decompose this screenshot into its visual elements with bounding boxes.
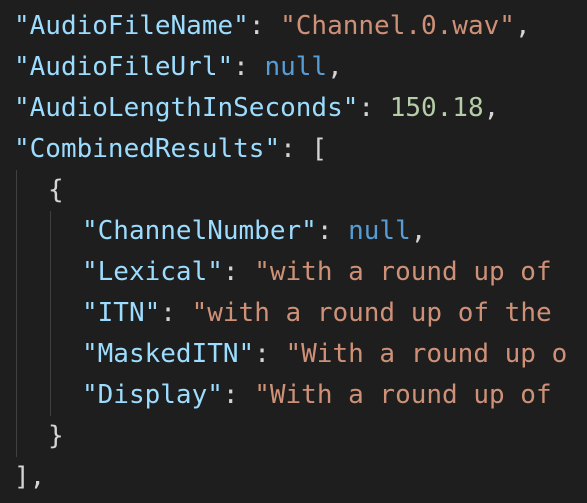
json-comma: , xyxy=(483,93,500,123)
json-code-editor[interactable]: "AudioFileName": "Channel.0.wav", "Audio… xyxy=(0,0,587,503)
code-line-masked-itn: "MaskedITN": "With a round up o xyxy=(82,334,567,375)
json-colon: : xyxy=(160,298,192,328)
json-string-value: "with a round up of xyxy=(254,257,552,287)
json-close-bracket: ] xyxy=(14,462,30,492)
json-key: "MaskedITN" xyxy=(82,339,255,369)
json-key: "ITN" xyxy=(82,298,161,328)
json-comma: , xyxy=(29,462,46,492)
code-line-array-close: ], xyxy=(14,457,45,498)
json-string-value: "Channel.0.wav" xyxy=(280,11,515,41)
json-comma: , xyxy=(327,52,343,82)
json-colon: : xyxy=(254,339,286,369)
json-string-value: "with a round up of the xyxy=(191,298,552,328)
json-string-value: "With a round up of xyxy=(254,380,552,410)
code-line-combined-results: "CombinedResults": [ xyxy=(14,129,327,170)
json-comma: , xyxy=(514,11,531,41)
json-colon: : xyxy=(280,134,312,164)
json-colon: : xyxy=(248,11,281,41)
json-key: "AudioFileUrl" xyxy=(14,52,234,82)
code-line-audio-file-name: "AudioFileName": "Channel.0.wav", xyxy=(14,6,531,47)
json-key: "ChannelNumber" xyxy=(82,216,317,246)
code-line-audio-length: "AudioLengthInSeconds": 150.18, xyxy=(14,88,499,129)
json-key: "AudioLengthInSeconds" xyxy=(14,93,359,123)
json-string-value: "With a round up o xyxy=(285,339,568,369)
json-null-value: null xyxy=(264,52,328,82)
json-colon: : xyxy=(222,380,255,410)
code-line-lexical: "Lexical": "with a round up of xyxy=(82,252,552,293)
indent-guide-inner xyxy=(50,211,51,416)
json-number-value: 150.18 xyxy=(389,93,484,123)
json-open-brace: { xyxy=(48,175,64,205)
code-line-display: "Display": "With a round up of xyxy=(82,375,552,416)
indent-guide-outer xyxy=(16,170,17,457)
json-colon: : xyxy=(233,52,265,82)
code-line-object-open: { xyxy=(48,170,64,211)
json-comma: , xyxy=(410,216,427,246)
json-key: "AudioFileName" xyxy=(14,11,249,41)
json-key: "Display" xyxy=(82,380,223,410)
json-colon: : xyxy=(222,257,255,287)
json-close-brace: } xyxy=(48,421,64,451)
json-key: "CombinedResults" xyxy=(14,134,281,164)
code-line-channel-number: "ChannelNumber": null, xyxy=(82,211,426,252)
code-line-audio-file-url: "AudioFileUrl": null, xyxy=(14,47,343,88)
json-colon: : xyxy=(358,93,390,123)
json-colon: : xyxy=(316,216,349,246)
json-open-bracket: [ xyxy=(311,134,328,164)
code-line-object-close: } xyxy=(48,416,64,457)
code-line-itn: "ITN": "with a round up of the xyxy=(82,293,552,334)
json-key: "Lexical" xyxy=(82,257,223,287)
json-null-value: null xyxy=(348,216,411,246)
